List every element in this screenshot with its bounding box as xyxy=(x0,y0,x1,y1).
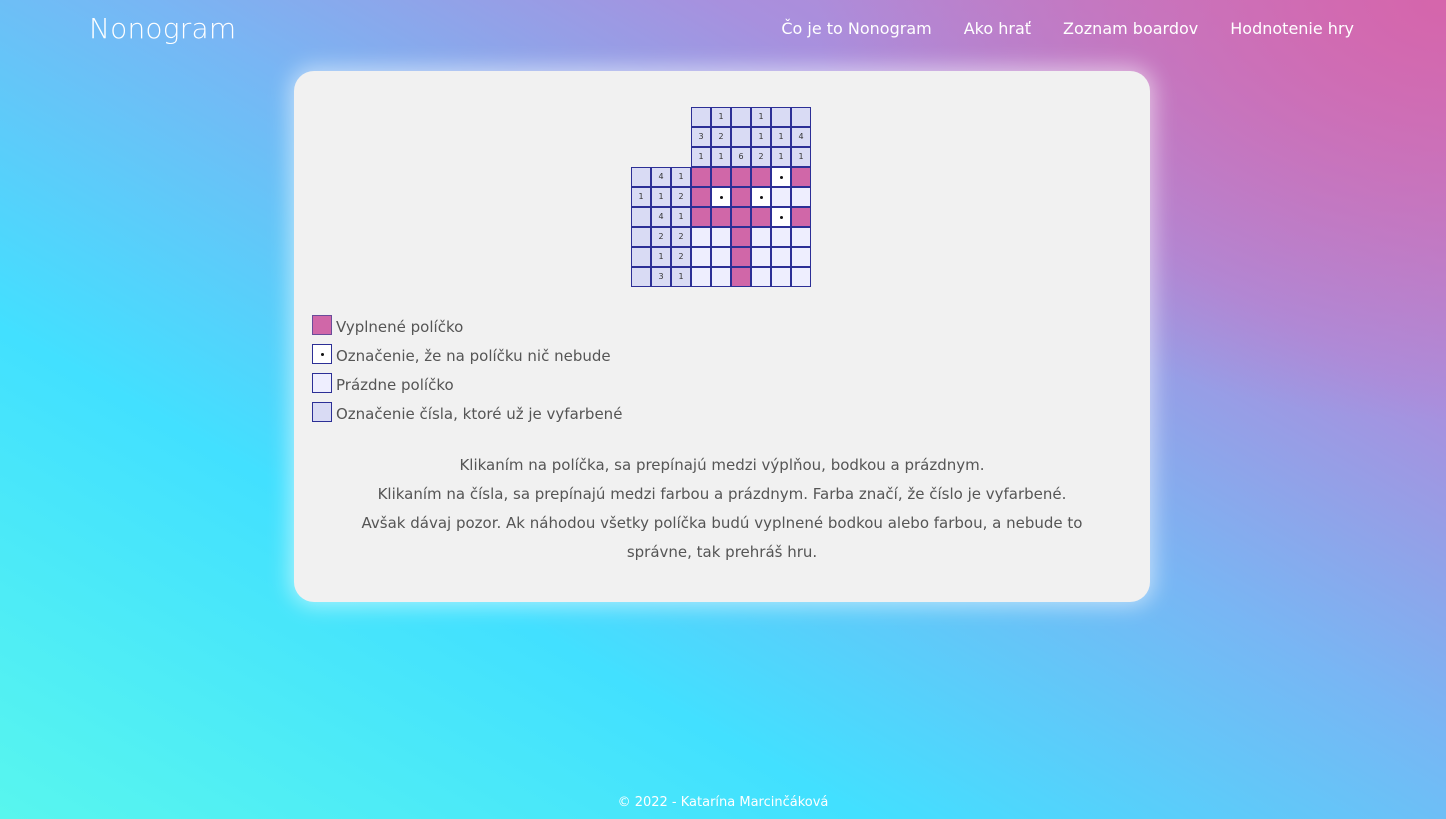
row-clue-cell[interactable] xyxy=(631,247,651,267)
instructions: Klikaním na políčka, sa prepínajú medzi … xyxy=(334,451,1110,567)
column-clue-cell[interactable]: 2 xyxy=(751,147,771,167)
row-clue-cell[interactable]: 1 xyxy=(671,267,691,287)
row-clue-cell[interactable]: 1 xyxy=(671,207,691,227)
brand-title[interactable]: Nonogram xyxy=(89,12,236,45)
grid-cell-filled[interactable] xyxy=(751,207,771,227)
column-clue-cell[interactable] xyxy=(791,107,811,127)
grid-cell-empty[interactable] xyxy=(711,267,731,287)
legend-label: Označenie, že na políčku nič nebude xyxy=(336,346,611,365)
column-clue-cell[interactable]: 2 xyxy=(711,127,731,147)
grid-cell-empty[interactable] xyxy=(791,227,811,247)
grid-cell-filled[interactable] xyxy=(791,167,811,187)
grid-cell-filled[interactable] xyxy=(691,187,711,207)
legend-swatch-empty xyxy=(312,372,332,393)
grid-cell-filled[interactable] xyxy=(731,207,751,227)
column-clue-cell[interactable] xyxy=(731,107,751,127)
grid-cell-filled[interactable] xyxy=(711,167,731,187)
row-clue-cell[interactable]: 2 xyxy=(651,227,671,247)
column-clue-cell[interactable]: 1 xyxy=(751,107,771,127)
grid-cell-filled[interactable] xyxy=(711,207,731,227)
grid-cell-filled[interactable] xyxy=(691,207,711,227)
nav-link-how-to-play[interactable]: Ako hrať xyxy=(964,19,1031,38)
column-clue-cell[interactable]: 1 xyxy=(711,147,731,167)
grid-cell-empty[interactable] xyxy=(771,267,791,287)
row-clue-cell[interactable]: 1 xyxy=(651,187,671,207)
column-clue-cell[interactable] xyxy=(771,107,791,127)
grid-cell-empty[interactable] xyxy=(691,267,711,287)
grid-cell-empty[interactable] xyxy=(691,227,711,247)
main-nav: Čo je to Nonogram Ako hrať Zoznam boardo… xyxy=(781,19,1354,38)
legend-label: Vyplnené políčko xyxy=(336,317,464,336)
grid-cell-filled[interactable] xyxy=(691,167,711,187)
grid-cell-empty[interactable] xyxy=(711,247,731,267)
column-clue-cell[interactable] xyxy=(731,127,751,147)
grid-cell-empty[interactable] xyxy=(771,187,791,207)
column-clue-cell[interactable]: 3 xyxy=(691,127,711,147)
row-clue-cell[interactable] xyxy=(631,167,651,187)
instruction-line: Klikaním na políčka, sa prepínajú medzi … xyxy=(459,456,985,474)
grid-cell-filled[interactable] xyxy=(751,167,771,187)
column-clue-cell[interactable]: 1 xyxy=(751,127,771,147)
grid-cell-filled[interactable] xyxy=(731,167,751,187)
legend-item-dotted: Označenie, že na políčku nič nebude xyxy=(312,341,622,370)
grid-cell-empty[interactable] xyxy=(711,227,731,247)
legend-item-filled: Vyplnené políčko xyxy=(312,312,622,341)
column-clue-cell[interactable]: 1 xyxy=(791,147,811,167)
row-clue-cell[interactable]: 1 xyxy=(671,167,691,187)
grid-cell-filled[interactable] xyxy=(791,207,811,227)
grid-cell-empty[interactable] xyxy=(751,267,771,287)
legend-swatch-dotted xyxy=(312,343,332,364)
legend-item-empty: Prázdne políčko xyxy=(312,370,622,399)
row-clue-cell[interactable]: 1 xyxy=(631,187,651,207)
grid-cell-empty[interactable] xyxy=(791,187,811,207)
legend-swatch-clue xyxy=(312,401,332,422)
footer-copyright: © 2022 - Katarína Marcinčáková xyxy=(617,795,829,810)
legend-item-clue: Označenie čísla, ktoré už je vyfarbené xyxy=(312,399,622,428)
row-clue-cell[interactable]: 3 xyxy=(651,267,671,287)
column-clue-cell[interactable]: 6 xyxy=(731,147,751,167)
column-clue-cell[interactable]: 4 xyxy=(791,127,811,147)
grid-cell-filled[interactable] xyxy=(731,187,751,207)
nav-link-board-list[interactable]: Zoznam boardov xyxy=(1063,19,1198,38)
legend-label: Označenie čísla, ktoré už je vyfarbené xyxy=(336,404,623,423)
instruction-line: Klikaním na čísla, sa prepínajú medzi fa… xyxy=(377,485,1067,503)
legend-label: Prázdne políčko xyxy=(336,375,454,394)
grid-cell-empty[interactable] xyxy=(691,247,711,267)
grid-cell-empty[interactable] xyxy=(791,247,811,267)
row-clue-cell[interactable]: 2 xyxy=(671,247,691,267)
grid-cell-dotted[interactable] xyxy=(711,187,731,207)
grid-cell-empty[interactable] xyxy=(751,227,771,247)
column-clue-cell[interactable]: 1 xyxy=(771,147,791,167)
grid-cell-filled[interactable] xyxy=(731,247,751,267)
grid-cell-filled[interactable] xyxy=(731,227,751,247)
grid-cell-filled[interactable] xyxy=(731,267,751,287)
grid-cell-empty[interactable] xyxy=(771,227,791,247)
grid-cell-dotted[interactable] xyxy=(771,207,791,227)
row-clue-cell[interactable]: 2 xyxy=(671,187,691,207)
game-card: 31121611211414111241221231 Vyplnené polí… xyxy=(294,71,1150,602)
grid-cell-empty[interactable] xyxy=(751,247,771,267)
column-clue-cell[interactable] xyxy=(691,107,711,127)
legend-swatch-filled xyxy=(312,314,332,335)
row-clue-cell[interactable] xyxy=(631,267,651,287)
grid-cell-empty[interactable] xyxy=(791,267,811,287)
row-clue-cell[interactable] xyxy=(631,227,651,247)
instruction-line: Avšak dávaj pozor. Ak náhodou všetky pol… xyxy=(361,514,1083,561)
header: Nonogram Čo je to Nonogram Ako hrať Zozn… xyxy=(0,0,1446,62)
grid-cell-dotted[interactable] xyxy=(771,167,791,187)
nav-link-what-is-nonogram[interactable]: Čo je to Nonogram xyxy=(781,19,931,38)
grid-cell-dotted[interactable] xyxy=(751,187,771,207)
column-clue-cell[interactable]: 1 xyxy=(691,147,711,167)
column-clue-cell[interactable]: 1 xyxy=(771,127,791,147)
legend: Vyplnené políčko Označenie, že na políčk… xyxy=(312,312,622,428)
row-clue-cell[interactable]: 4 xyxy=(651,167,671,187)
nav-link-game-rating[interactable]: Hodnotenie hry xyxy=(1230,19,1354,38)
row-clue-cell[interactable]: 2 xyxy=(671,227,691,247)
row-clue-cell[interactable] xyxy=(631,207,651,227)
row-clue-cell[interactable]: 1 xyxy=(651,247,671,267)
row-clue-cell[interactable]: 4 xyxy=(651,207,671,227)
grid-cell-empty[interactable] xyxy=(771,247,791,267)
column-clue-cell[interactable]: 1 xyxy=(711,107,731,127)
